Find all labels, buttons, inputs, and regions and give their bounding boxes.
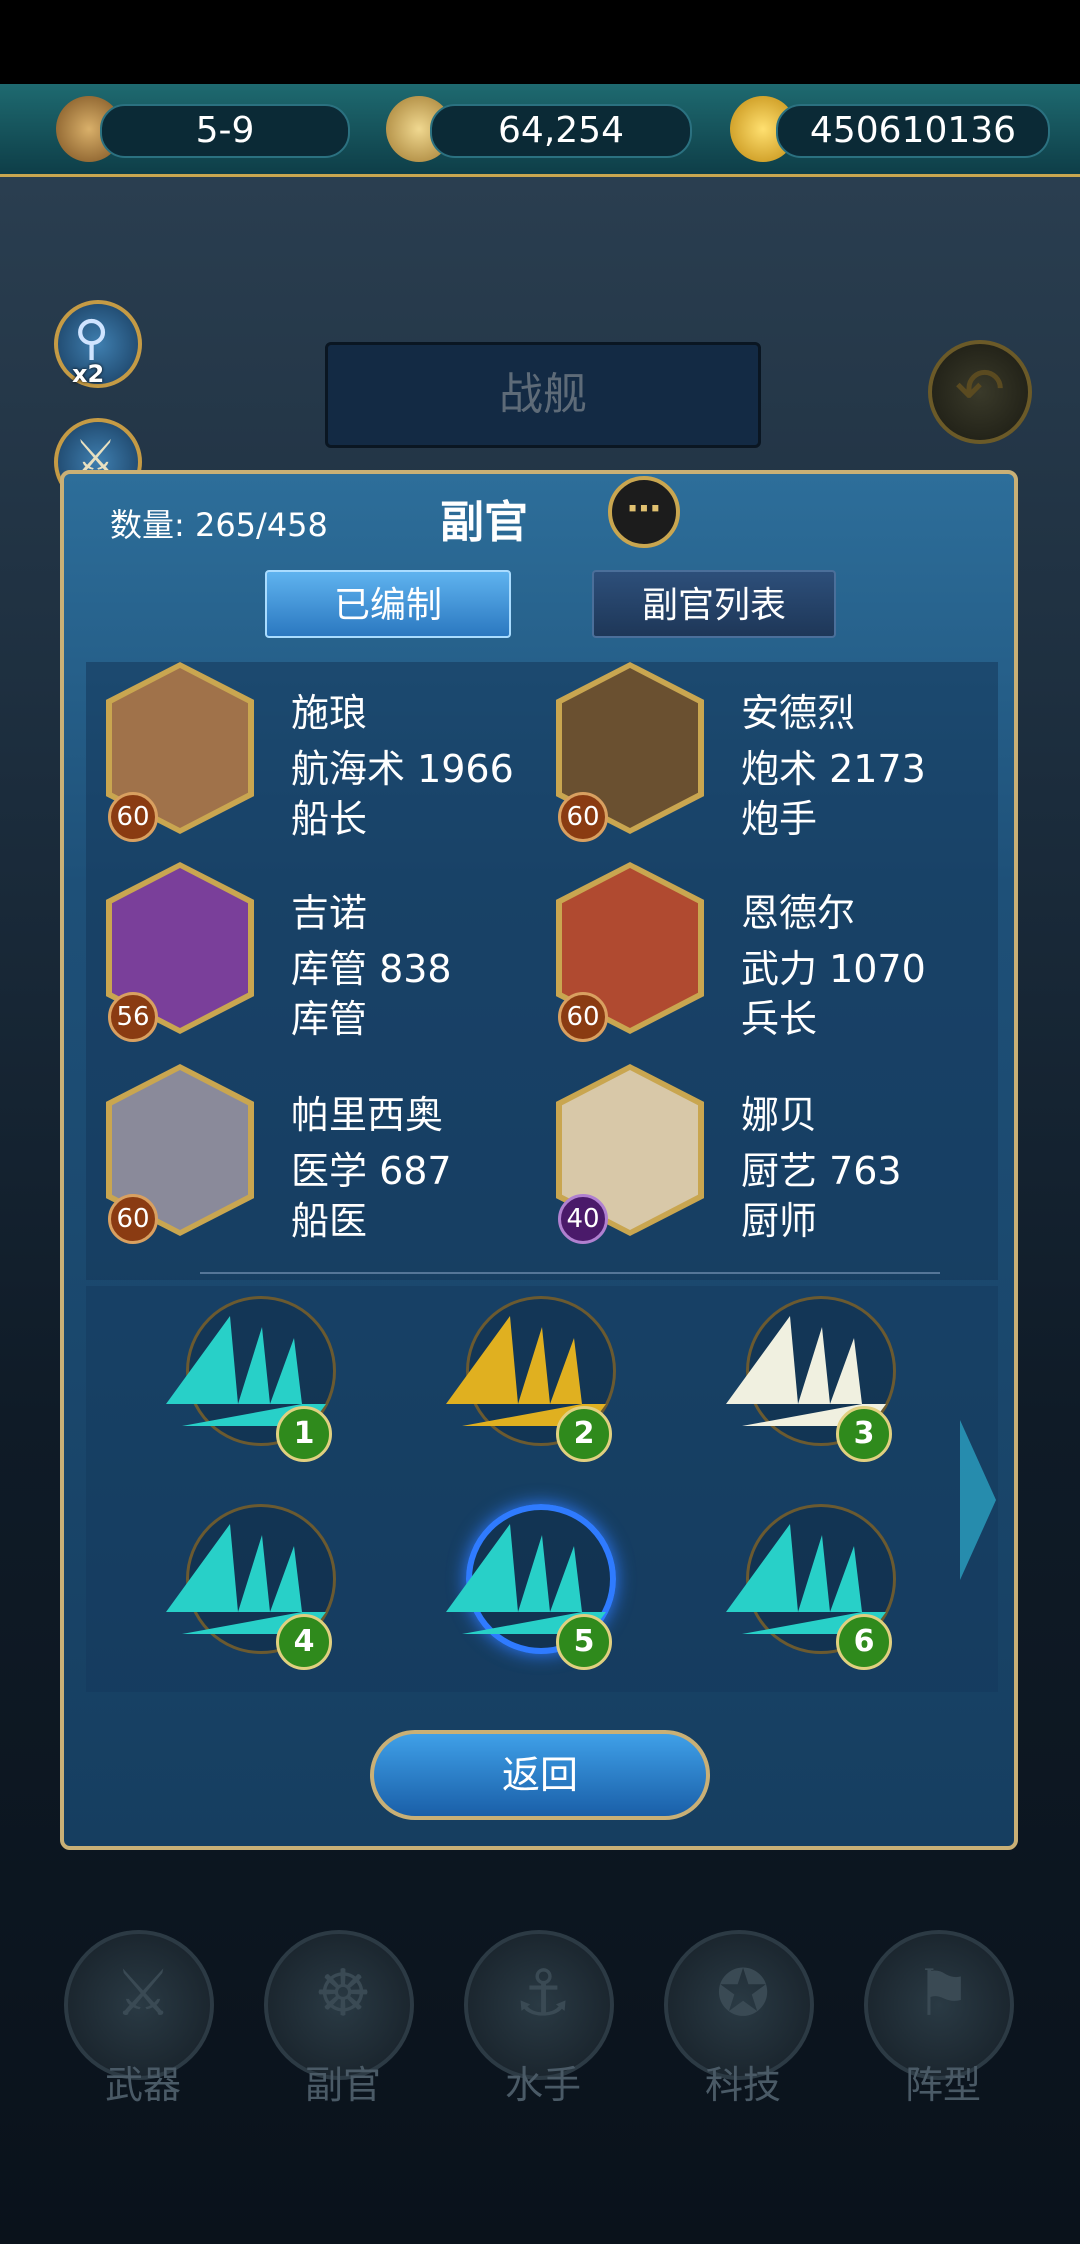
officer-name: 施琅 — [291, 691, 368, 735]
helm-icon: ☸ — [314, 1957, 372, 2031]
stage-display: 5-9 — [100, 104, 350, 158]
officer-stat: 厨艺 763 — [741, 1149, 902, 1193]
section-divider — [200, 1272, 940, 1274]
panel-title: 副官 — [440, 497, 528, 548]
officer-card[interactable]: 60 安德烈 炮术 2173 炮手 — [536, 662, 976, 852]
officer-card[interactable]: 56 吉诺 库管 838 库管 — [86, 862, 526, 1052]
compass-icon: ✪ — [716, 1957, 770, 2031]
compass-value: 64,254 — [430, 104, 692, 158]
officer-name: 安德烈 — [741, 691, 856, 735]
nav-label: 水手 — [504, 2063, 581, 2107]
nav-label: 武器 — [104, 2063, 181, 2107]
officer-card[interactable]: 60 施琅 航海术 1966 船长 — [86, 662, 526, 852]
officer-role: 船医 — [291, 1199, 368, 1243]
officer-stat: 武力 1070 — [741, 947, 926, 991]
officer-stat: 医学 687 — [291, 1149, 452, 1193]
tab-officer-list[interactable]: 副官列表 — [592, 570, 836, 638]
level-badge: 56 — [108, 992, 158, 1042]
officer-role: 库管 — [291, 997, 368, 1041]
nav-label: 副官 — [304, 2063, 381, 2107]
level-badge: 60 — [108, 792, 158, 842]
ship-number: 2 — [556, 1406, 612, 1462]
ship-slot[interactable]: 2 — [426, 1286, 626, 1466]
officer-card[interactable]: 60 帕里西奥 医学 687 船医 — [86, 1064, 526, 1254]
officer-role: 炮手 — [741, 797, 818, 841]
level-badge: 60 — [108, 1194, 158, 1244]
ship-number: 6 — [836, 1614, 892, 1670]
search-button[interactable]: ⚲ x2 — [54, 300, 142, 388]
level-badge: 60 — [558, 792, 608, 842]
officer-stat: 航海术 1966 — [291, 747, 514, 791]
sword-icon: ⚔ — [114, 1957, 172, 2031]
level-badge: 60 — [558, 992, 608, 1042]
officer-grid: 60 施琅 航海术 1966 船长 60 安德烈 炮术 2173 炮手 56 吉… — [86, 662, 998, 1280]
search-multiplier: x2 — [72, 360, 105, 388]
nav-weapons[interactable]: ⚔ 武器 — [64, 1930, 214, 2107]
officer-role: 厨师 — [741, 1199, 818, 1243]
hook-icon: ⚓ — [514, 1957, 572, 2031]
nav-officers[interactable]: ☸ 副官 — [264, 1930, 414, 2107]
officer-name: 吉诺 — [291, 891, 368, 935]
tab-assigned[interactable]: 已编制 — [265, 570, 511, 638]
officer-name: 娜贝 — [741, 1093, 818, 1137]
nav-tech[interactable]: ✪ 科技 — [664, 1930, 814, 2107]
ship-number: 3 — [836, 1406, 892, 1462]
ship-slot[interactable]: 5 — [426, 1494, 626, 1674]
gold-value: 450610136 — [776, 104, 1050, 158]
ship-slot[interactable]: 3 — [706, 1286, 906, 1466]
officer-name: 恩德尔 — [741, 891, 856, 935]
ship-slot[interactable]: 1 — [146, 1286, 346, 1466]
resource-bar: 5-9 64,254 450610136 — [0, 84, 1080, 177]
back-arrow-icon[interactable]: ↶ — [928, 340, 1032, 444]
officer-card[interactable]: 40 娜贝 厨艺 763 厨师 — [536, 1064, 976, 1254]
level-badge: 40 — [558, 1194, 608, 1244]
status-bar — [0, 0, 1080, 84]
ship-grid: 1 2 3 4 5 6 — [86, 1286, 998, 1692]
ship-slot[interactable]: 6 — [706, 1494, 906, 1674]
officer-count: 数量: 265/458 — [110, 506, 328, 544]
ship-slot[interactable]: 4 — [146, 1494, 346, 1674]
return-button[interactable]: 返回 — [370, 1730, 710, 1820]
nav-label: 科技 — [704, 2063, 781, 2107]
officer-stat: 库管 838 — [291, 947, 452, 991]
officer-role: 船长 — [291, 797, 368, 841]
nav-label: 阵型 — [904, 2063, 981, 2107]
ship-number: 5 — [556, 1614, 612, 1670]
nav-formation[interactable]: ⚑ 阵型 — [864, 1930, 1014, 2107]
officer-role: 兵长 — [741, 997, 818, 1041]
flag-icon: ⚑ — [914, 1957, 972, 2031]
next-page-arrow-icon[interactable] — [960, 1420, 996, 1580]
chat-bubble-icon[interactable]: ⋯ — [608, 476, 680, 548]
page-title: 战舰 — [325, 342, 761, 448]
ship-number: 1 — [276, 1406, 332, 1462]
officer-stat: 炮术 2173 — [741, 747, 926, 791]
nav-sailors[interactable]: ⚓ 水手 — [464, 1930, 614, 2107]
magnifier-icon: ⚲ — [74, 310, 110, 366]
officer-name: 帕里西奥 — [291, 1093, 444, 1137]
officer-card[interactable]: 60 恩德尔 武力 1070 兵长 — [536, 862, 976, 1052]
ship-number: 4 — [276, 1614, 332, 1670]
